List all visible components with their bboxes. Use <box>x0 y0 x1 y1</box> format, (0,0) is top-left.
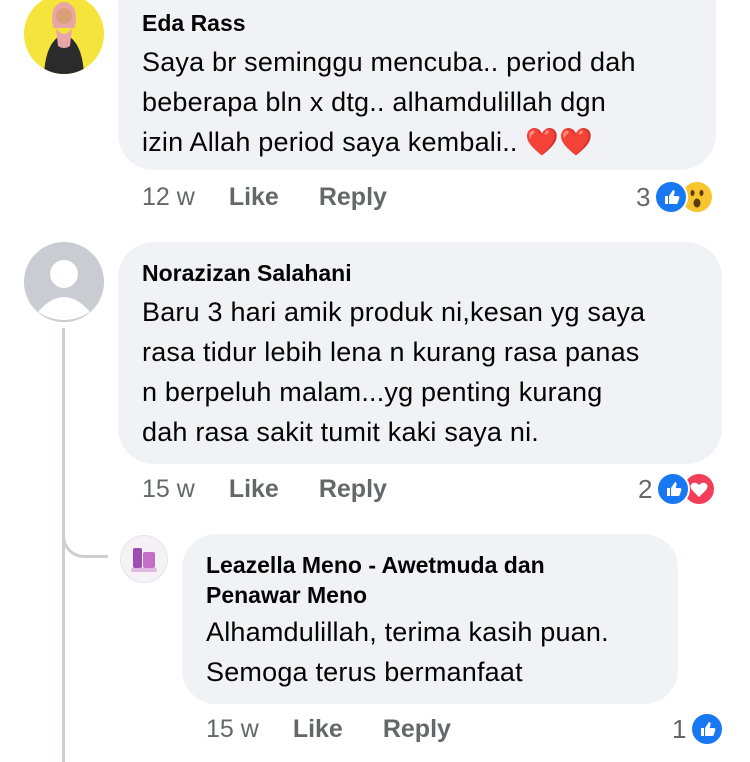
timestamp[interactable]: 15 w <box>142 472 195 506</box>
heart-emoji: ❤️❤️ <box>525 127 593 157</box>
reply-actions: 15 w Like Reply <box>206 712 491 746</box>
like-button[interactable]: Like <box>293 712 343 746</box>
reply-button[interactable]: Reply <box>319 180 387 214</box>
reaction-summary[interactable]: 2 <box>638 472 717 506</box>
reply-text: Alhamdulillah, terima kasih puan. Semoga… <box>206 617 609 687</box>
like-icon <box>654 180 689 214</box>
reaction-count: 2 <box>638 473 653 504</box>
reaction-summary[interactable]: 3 <box>636 180 715 214</box>
reaction-summary[interactable]: 1 <box>672 712 725 746</box>
timestamp[interactable]: 12 w <box>142 180 195 214</box>
avatar-norazizan-salahani[interactable] <box>24 242 104 322</box>
comment-bubble: Eda Rass Saya br seminggu mencuba.. peri… <box>118 0 716 170</box>
comment-author[interactable]: Eda Rass <box>142 8 716 38</box>
reply-connector <box>62 500 108 558</box>
reply-bubble: Leazella Meno - Awetmuda dan Penawar Men… <box>182 534 678 704</box>
reaction-count: 3 <box>636 181 651 212</box>
person-photo-icon <box>24 0 104 74</box>
reply-author[interactable]: Leazella Meno - Awetmuda dan Penawar Men… <box>206 550 678 610</box>
like-button[interactable]: Like <box>229 472 279 506</box>
like-icon <box>690 712 725 746</box>
timestamp[interactable]: 15 w <box>206 712 259 746</box>
product-photo-icon <box>121 536 167 582</box>
comment-author[interactable]: Norazizan Salahani <box>142 258 722 288</box>
like-icon <box>656 472 691 506</box>
avatar-eda-rass[interactable] <box>24 0 104 74</box>
default-profile-icon <box>24 242 104 322</box>
avatar-leazella-meno[interactable] <box>120 535 168 583</box>
comment-actions: 15 w Like Reply <box>142 472 427 506</box>
like-button[interactable]: Like <box>229 180 279 214</box>
comment-text: Baru 3 hari amik produk ni,kesan yg saya… <box>142 297 646 447</box>
reply-button[interactable]: Reply <box>319 472 387 506</box>
comment-text: Saya br seminggu mencuba.. period dah be… <box>142 47 636 157</box>
reaction-count: 1 <box>672 713 687 744</box>
comment-bubble: Norazizan Salahani Baru 3 hari amik prod… <box>118 242 722 464</box>
reply-button[interactable]: Reply <box>383 712 451 746</box>
comment-actions: 12 w Like Reply <box>142 180 427 214</box>
